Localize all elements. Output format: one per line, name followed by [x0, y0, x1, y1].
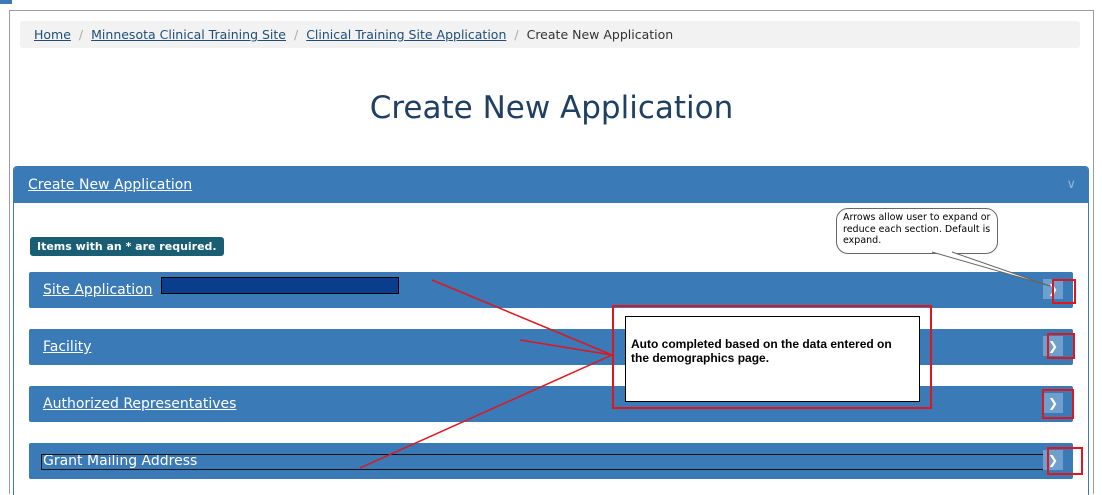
- chevron-down-icon[interactable]: ∨: [1066, 177, 1076, 192]
- annotation-highlight-box: [1047, 447, 1083, 475]
- breadcrumb-site-link[interactable]: Minnesota Clinical Training Site: [91, 27, 286, 42]
- annotation-callout-text: Auto completed based on the data entered…: [631, 337, 892, 365]
- page-title: Create New Application: [369, 90, 734, 126]
- section-grant-mailing-address[interactable]: Grant Mailing Address ❯: [29, 443, 1073, 479]
- breadcrumb-application-link[interactable]: Clinical Training Site Application: [306, 27, 506, 42]
- panel-header[interactable]: Create New Application ∨: [14, 167, 1088, 203]
- section-authorized-representatives-label[interactable]: Authorized Representatives: [43, 396, 236, 412]
- required-note-badge: Items with an * are required.: [30, 237, 224, 256]
- site-application-value-box: [161, 277, 399, 294]
- breadcrumb: Home / Minnesota Clinical Training Site / Cl…: [20, 21, 1080, 48]
- grant-mailing-address-outline: [41, 454, 1061, 470]
- breadcrumb-separator: /: [78, 27, 84, 42]
- breadcrumb-home-link[interactable]: Home: [34, 27, 71, 42]
- breadcrumb-current: Create New Application: [526, 27, 674, 42]
- annotation-highlight-box: [1052, 279, 1076, 304]
- breadcrumb-separator: /: [514, 27, 519, 42]
- annotation-callout: Auto completed based on the data entered…: [625, 316, 920, 402]
- corner-accent: [0, 0, 12, 4]
- annotation-highlight-box: [1042, 389, 1074, 419]
- annotation-speech-bubble: Arrows allow user to expand or reduce ea…: [836, 208, 998, 254]
- section-facility-label[interactable]: Facility: [43, 339, 92, 355]
- section-site-application-label[interactable]: Site Application: [43, 282, 153, 298]
- panel-header-link[interactable]: Create New Application: [28, 177, 192, 193]
- breadcrumb-separator: /: [293, 27, 299, 42]
- annotation-highlight-box: [1047, 333, 1075, 359]
- section-site-application[interactable]: Site Application ❯: [29, 272, 1073, 308]
